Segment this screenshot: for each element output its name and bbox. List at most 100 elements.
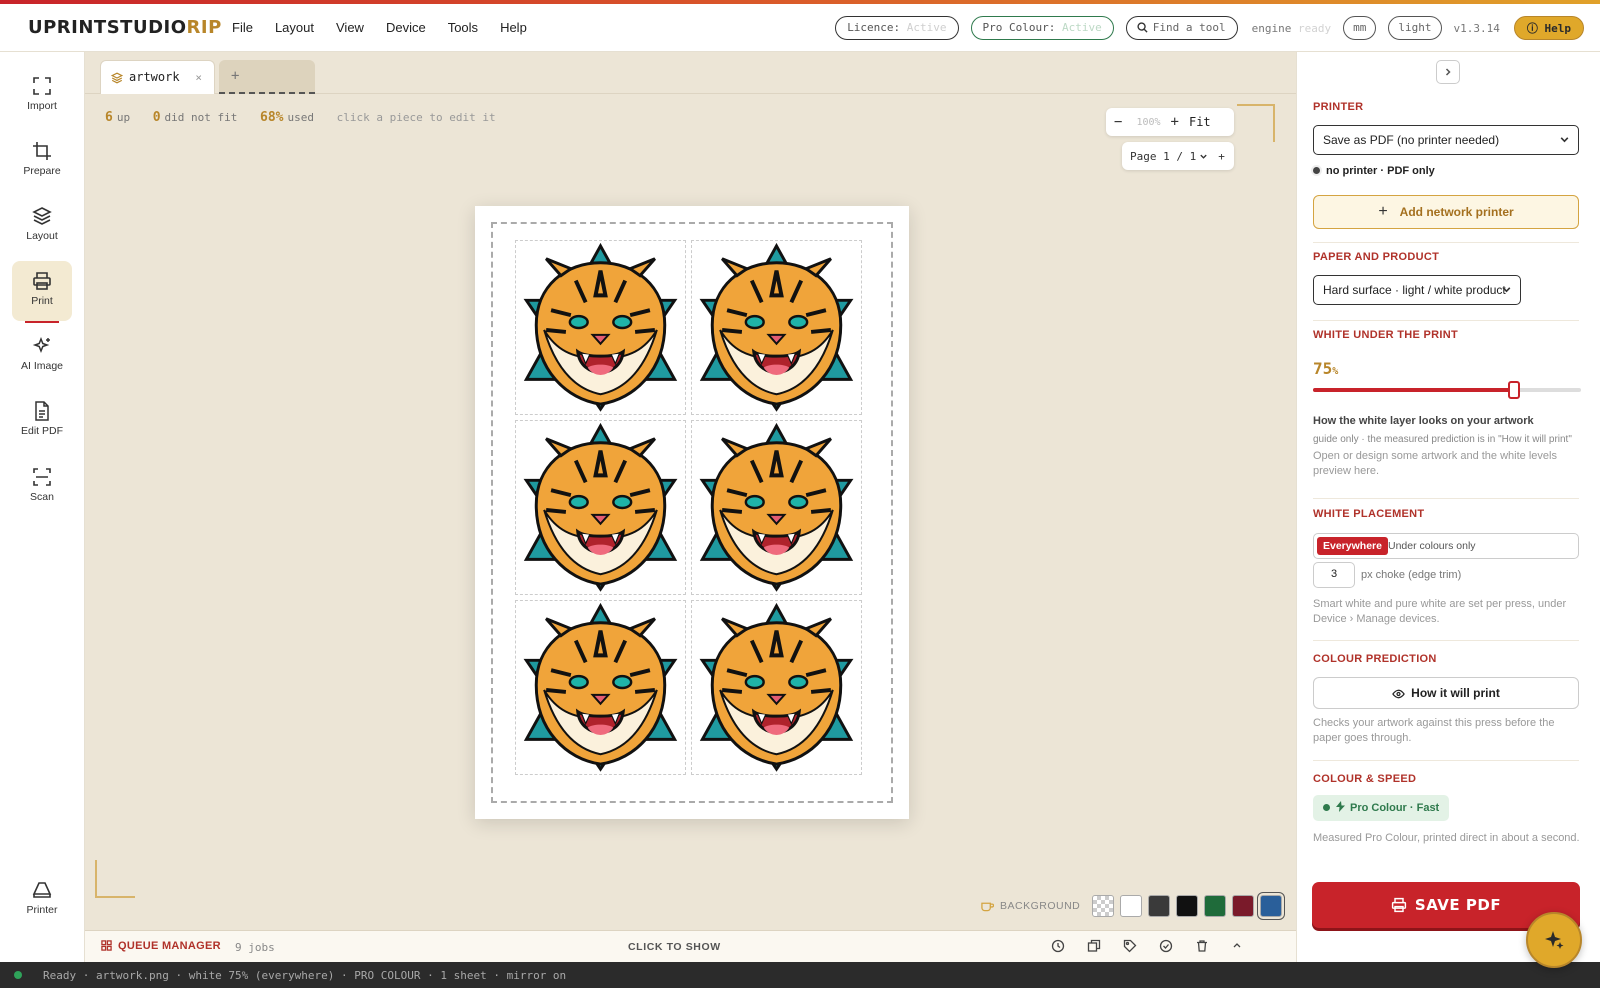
prediction-note: Checks your artwork against this press b… [1313, 717, 1555, 744]
status-bar: Ready · artwork.png · white 75% (everywh… [0, 962, 1600, 988]
layout-stats: 6 up 0 did not fit 68% used click a piece t… [105, 110, 496, 125]
logo-text-main: UPRINTSTUDIO [28, 17, 187, 38]
white-slider[interactable] [1313, 381, 1581, 399]
add-network-printer-button[interactable]: + Add network printer [1313, 195, 1579, 229]
collapse-panel-button[interactable] [1436, 60, 1460, 84]
printer-select[interactable]: Save as PDF (no printer needed) [1313, 125, 1579, 155]
tag-icon[interactable] [1123, 939, 1137, 953]
artwork-piece[interactable] [515, 600, 686, 775]
artwork-piece[interactable] [691, 420, 862, 595]
speed-badge-label: Pro Colour · Fast [1350, 802, 1440, 814]
licence-badge[interactable]: Licence: Active [835, 16, 959, 40]
print-settings-panel: PRINTER Save as PDF (no printer needed) … [1296, 52, 1600, 962]
chevron-up-icon[interactable] [1231, 939, 1243, 953]
sparkle-icon [32, 336, 50, 354]
queue-show-toggle[interactable]: CLICK TO SHOW [628, 941, 721, 953]
sidebar-item-scan[interactable]: Scan [12, 457, 72, 517]
menu-device[interactable]: Device [386, 20, 426, 35]
tiger-artwork-image [699, 422, 854, 592]
artwork-piece[interactable] [691, 600, 862, 775]
fit-button[interactable]: Fit [1189, 115, 1211, 129]
app-logo[interactable]: UPRINTSTUDIORIP [18, 16, 221, 40]
eye-icon [1392, 689, 1405, 699]
zoom-in-button[interactable]: + [1171, 114, 1179, 130]
choke-label: px choke (edge trim) [1361, 569, 1462, 581]
menu-help[interactable]: Help [500, 20, 527, 35]
background-swatch[interactable] [1260, 895, 1283, 917]
printer-section-title: PRINTER [1313, 101, 1364, 113]
tab-artwork[interactable]: artwork × [100, 60, 215, 94]
licence-label: Licence: [847, 21, 901, 34]
printer-note-text: no printer · PDF only [1326, 165, 1435, 177]
page-sep: / [1176, 149, 1183, 163]
cup-icon [981, 902, 994, 912]
background-swatch[interactable] [1092, 895, 1115, 917]
white-look-note: guide only · the measured prediction is … [1313, 434, 1572, 445]
save-pdf-label: SAVE PDF [1414, 896, 1502, 914]
status-dot [1323, 804, 1330, 811]
pro-colour-badge[interactable]: Pro Colour: Active [970, 16, 1114, 40]
white-look-title: How the white layer looks on your artwor… [1313, 415, 1534, 427]
artwork-piece[interactable] [515, 420, 686, 595]
menu-view[interactable]: View [336, 20, 364, 35]
sidebar-item-prepare[interactable]: Prepare [12, 131, 72, 191]
zoom-out-button[interactable]: − [1114, 114, 1122, 130]
check-circle-icon[interactable] [1159, 939, 1173, 953]
sidebar-item-layout[interactable]: Layout [12, 196, 72, 256]
ai-assistant-button[interactable] [1526, 912, 1582, 968]
engine-status: engine ready [1252, 22, 1332, 35]
nofit-count: 0 [152, 110, 161, 125]
paper-product-select[interactable]: Hard surface · light / white product [1313, 275, 1521, 305]
history-icon[interactable] [1051, 939, 1065, 953]
sidebar-item-print[interactable]: Print [12, 261, 72, 323]
menu-tools[interactable]: Tools [448, 20, 478, 35]
background-picker: BACKGROUND [981, 895, 1288, 917]
white-placement-toggle: Everywhere Under colours only [1313, 533, 1579, 559]
add-page-button[interactable]: + [1218, 150, 1225, 163]
sidebar-item-edit-pdf[interactable]: Edit PDF [12, 391, 72, 451]
crop-icon [33, 142, 51, 160]
sidebar-item-label: Scan [30, 491, 54, 503]
help-label: Help [1544, 22, 1572, 35]
artwork-piece[interactable] [515, 240, 686, 415]
duplicate-icon[interactable] [1087, 939, 1101, 953]
background-swatch[interactable] [1120, 895, 1143, 917]
import-icon [33, 77, 51, 95]
theme-toggle[interactable]: light [1388, 16, 1442, 40]
menu-file[interactable]: File [232, 20, 253, 35]
white-slider-thumb[interactable] [1508, 381, 1520, 399]
how-it-will-print-button[interactable]: How it will print [1313, 677, 1579, 709]
sidebar-item-label: Printer [26, 904, 58, 916]
placement-everywhere-option[interactable]: Everywhere [1317, 537, 1388, 555]
choke-input[interactable]: 3 [1313, 562, 1355, 588]
page-selector[interactable]: Page 1 / 1 + [1122, 142, 1234, 170]
section-divider [1313, 498, 1579, 499]
background-swatch[interactable] [1232, 895, 1255, 917]
edit-hint: click a piece to edit it [336, 111, 496, 124]
left-sidebar: Import Prepare Layout Print AI Image Edi… [0, 52, 85, 962]
sidebar-item-import[interactable]: Import [12, 66, 72, 126]
queue-manager-bar[interactable]: QUEUE MANAGER 9 jobs CLICK TO SHOW [85, 930, 1296, 962]
background-swatch[interactable] [1148, 895, 1171, 917]
sidebar-item-ai-image[interactable]: AI Image [12, 326, 72, 386]
units-toggle[interactable]: mm [1343, 16, 1377, 40]
artwork-piece[interactable] [691, 240, 862, 415]
sidebar-item-printer[interactable]: Printer [12, 870, 72, 930]
help-button[interactable]: ⓘ Help [1513, 16, 1584, 40]
logo-text-accent: RIP [186, 17, 222, 38]
search-icon [1137, 22, 1148, 33]
queue-job-count: 9 jobs [235, 941, 275, 954]
pro-colour-fast-badge[interactable]: Pro Colour · Fast [1313, 795, 1450, 821]
app-header: UPRINTSTUDIORIP File Layout View Device … [0, 4, 1600, 52]
layers-icon [110, 72, 124, 84]
background-swatch[interactable] [1176, 895, 1199, 917]
add-tab-button[interactable]: + [219, 60, 315, 94]
page-current: 1 [1163, 149, 1170, 163]
find-tool-button[interactable]: Find a tool [1125, 16, 1238, 40]
up-label: up [116, 111, 131, 124]
menu-layout[interactable]: Layout [275, 20, 314, 35]
placement-under-colours-option[interactable]: Under colours only [1388, 540, 1476, 552]
trash-icon[interactable] [1195, 939, 1209, 953]
background-swatch[interactable] [1204, 895, 1227, 917]
tab-close-icon[interactable]: × [195, 71, 202, 84]
